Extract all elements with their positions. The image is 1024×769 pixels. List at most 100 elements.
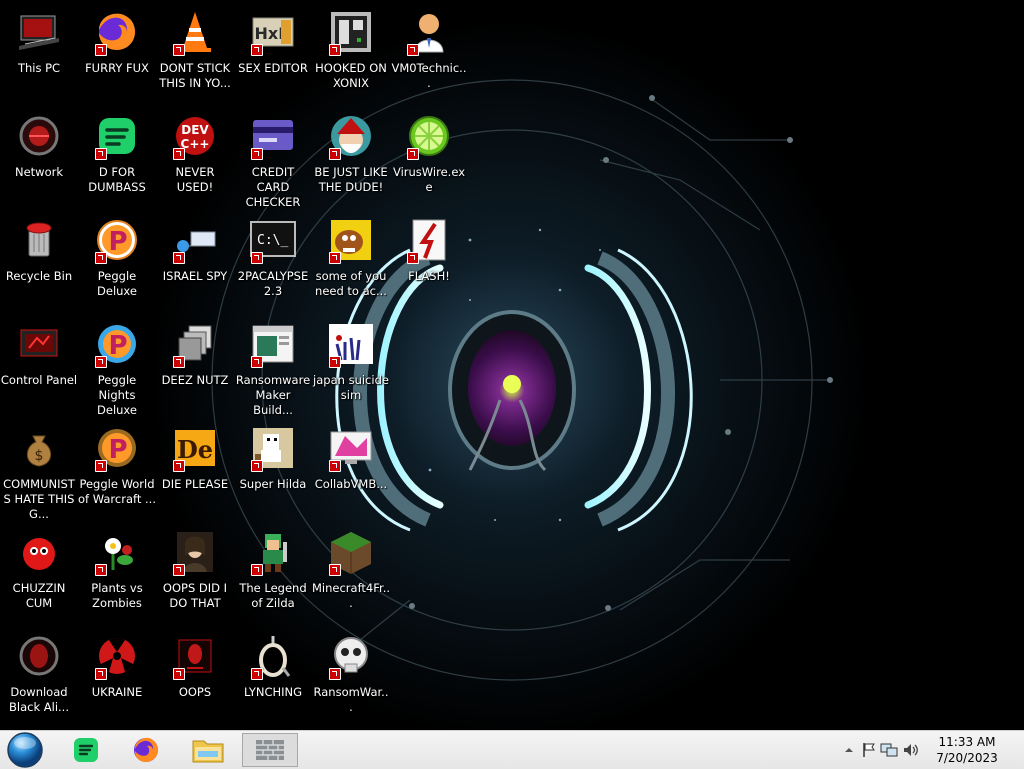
desktop-icon-label: Peggle Deluxe — [97, 269, 137, 298]
dog-icon — [327, 216, 375, 264]
taskbar-app-active-window[interactable] — [242, 733, 298, 767]
alien-red-icon — [171, 632, 219, 680]
desktop-icon[interactable]: Super Hilda — [234, 420, 312, 524]
action-center-button[interactable] — [860, 741, 878, 759]
doctor-icon — [405, 8, 453, 56]
desktop[interactable]: This PC Network Recycle Bin Control Panel $ C… — [0, 0, 1024, 730]
desktop-icon[interactable]: some of you need to ac... — [312, 212, 390, 316]
network-tray-button[interactable] — [880, 741, 898, 759]
desktop-icon[interactable]: Recycle Bin — [0, 212, 78, 316]
shortcut-arrow-icon — [251, 148, 263, 160]
taskbar-app-file-explorer[interactable] — [180, 733, 236, 767]
control-panel-icon — [15, 320, 63, 368]
desktop-icon[interactable]: DONT STICK THIS IN YO... — [156, 4, 234, 108]
desktop-icon[interactable]: Plants vs Zombies — [78, 524, 156, 628]
taskbar-app-firefox[interactable] — [118, 733, 174, 767]
start-orb-icon — [7, 732, 43, 768]
desktop-icon-label: D FOR DUMBASS — [88, 165, 146, 194]
flag-icon — [863, 743, 875, 757]
shortcut-arrow-icon — [173, 44, 185, 56]
desktop-icon[interactable]: Ransomware Maker Build... — [234, 316, 312, 420]
traffic-cone-icon — [171, 8, 219, 56]
recycle-bin-icon — [15, 216, 63, 264]
desktop-icon[interactable]: LYNCHING — [234, 628, 312, 730]
skull-icon — [327, 632, 375, 680]
desktop-icon[interactable]: C:\_ 2PACALYPSE 2.3 — [234, 212, 312, 316]
desktop-icon-label: CHUZZIN CUM — [12, 581, 66, 610]
shortcut-arrow-icon — [173, 252, 185, 264]
desktop-icon[interactable]: P Peggle World of Warcraft ... — [78, 420, 156, 524]
desktop-icon-label: This PC — [17, 61, 61, 75]
desktop-icon[interactable]: ISRAEL SPY — [156, 212, 234, 316]
shortcut-arrow-icon — [251, 564, 263, 576]
desktop-icon[interactable]: DEV C++ NEVER USED! — [156, 108, 234, 212]
chevron-up-icon — [845, 748, 853, 752]
taskbar-app-spotify[interactable] — [58, 733, 114, 767]
shortcut-arrow-icon — [95, 148, 107, 160]
show-hidden-icons-button[interactable] — [840, 741, 858, 759]
desktop-icon-label: NEVER USED! — [175, 165, 215, 194]
desktop-icon[interactable]: CREDIT CARD CHECKER — [234, 108, 312, 212]
shortcut-arrow-icon — [95, 44, 107, 56]
svg-text:P: P — [108, 331, 127, 361]
desktop-icon[interactable]: HxD SEX EDITOR — [234, 4, 312, 108]
desktop-icon[interactable]: Network — [0, 108, 78, 212]
svg-text:C:\_: C:\_ — [257, 233, 288, 248]
desktop-icon[interactable]: VM0Technic... — [390, 4, 468, 108]
desktop-icon[interactable]: P Peggle Deluxe — [78, 212, 156, 316]
desktop-icon-label: ISRAEL SPY — [162, 269, 228, 283]
peggle-wow-icon: P — [93, 424, 141, 472]
volume-button[interactable] — [902, 741, 920, 759]
shortcut-arrow-icon — [95, 252, 107, 264]
svg-text:P: P — [108, 435, 127, 465]
desktop-icon[interactable]: HOOKED ON XONIX — [312, 4, 390, 108]
desktop-icon[interactable]: OOPS — [156, 628, 234, 730]
chuzzle-icon — [15, 528, 63, 576]
clock[interactable]: 11:33 AM 7/20/2023 — [932, 734, 1002, 766]
desktop-icon[interactable]: $ COMMUNISTS HATE THIS G... — [0, 420, 78, 524]
window-app-icon — [249, 320, 297, 368]
flash-icon — [405, 216, 453, 264]
desktop-icon[interactable]: CollabVMB... — [312, 420, 390, 524]
desktop-icon-label: UKRAINE — [91, 685, 143, 699]
desktop-icon[interactable]: DEEZ NUTZ — [156, 316, 234, 420]
desktop-icon[interactable]: De DIE PLEASE — [156, 420, 234, 524]
clock-time: 11:33 AM — [938, 735, 996, 749]
brick-wall-icon — [256, 740, 284, 760]
shortcut-arrow-icon — [173, 460, 185, 472]
desktop-icon-label: Network — [14, 165, 64, 179]
shortcut-arrow-icon — [95, 356, 107, 368]
desktop-icon[interactable]: The Legend of Zilda — [234, 524, 312, 628]
desktop-icon[interactable]: D FOR DUMBASS — [78, 108, 156, 212]
money-bag-icon: $ — [15, 424, 63, 472]
svg-text:DEV: DEV — [181, 123, 209, 137]
credit-card-icon — [249, 112, 297, 160]
svg-text:$: $ — [35, 448, 44, 464]
peggle-nights-icon: P — [93, 320, 141, 368]
desktop-icon-label: Peggle World of Warcraft ... — [78, 477, 156, 506]
desktop-icon[interactable]: japan suicide sim — [312, 316, 390, 420]
shortcut-arrow-icon — [329, 564, 341, 576]
desktop-icon[interactable]: Minecraft4Fr... — [312, 524, 390, 628]
desktop-icon[interactable]: UKRAINE — [78, 628, 156, 730]
desktop-icon[interactable]: OOPS DID I DO THAT — [156, 524, 234, 628]
desktop-icon[interactable]: CHUZZIN CUM — [0, 524, 78, 628]
shortcut-arrow-icon — [329, 356, 341, 368]
desktop-icon[interactable]: FLASH! — [390, 212, 468, 316]
shortcut-arrow-icon — [407, 44, 419, 56]
desktop-icon[interactable]: Download Black Ali... — [0, 628, 78, 730]
desktop-icon[interactable]: Control Panel — [0, 316, 78, 420]
desktop-icon[interactable]: FURRY FUX — [78, 4, 156, 108]
desktop-icon-label: VirusWire.exe — [392, 165, 465, 194]
start-button[interactable] — [6, 732, 44, 768]
desktop-icon-label: Plants vs Zombies — [91, 581, 143, 610]
shortcut-arrow-icon — [173, 668, 185, 680]
desktop-icon[interactable]: RansomWar... — [312, 628, 390, 730]
desktop-icon-label: Download Black Ali... — [9, 685, 69, 714]
shortcut-arrow-icon — [251, 252, 263, 264]
desktop-icon[interactable]: P Peggle Nights Deluxe — [78, 316, 156, 420]
taskbar: 11:33 AM 7/20/2023 — [0, 730, 1024, 769]
desktop-icon[interactable]: BE JUST LIKE THE DUDE! — [312, 108, 390, 212]
desktop-icon[interactable]: VirusWire.exe — [390, 108, 468, 212]
desktop-icon[interactable]: This PC — [0, 4, 78, 108]
